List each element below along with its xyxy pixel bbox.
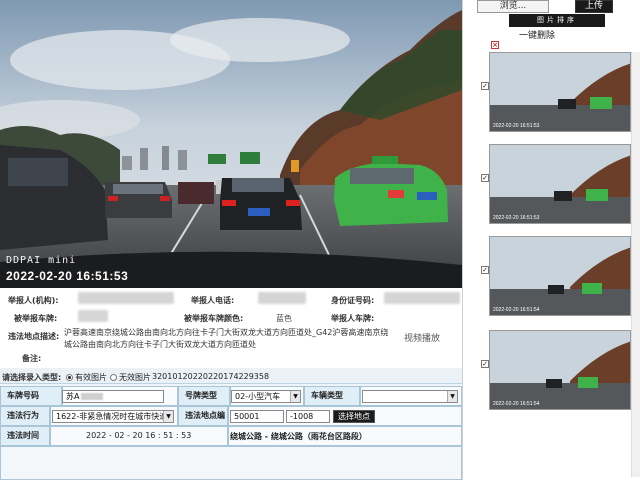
chevron-down-icon: ▼ — [163, 411, 173, 422]
vehicle-type-select[interactable]: ▼ — [362, 390, 458, 403]
plate-number-value: 苏A — [66, 392, 80, 401]
road-name: 绕城公路 - 绕城公路（雨花台区路段） — [230, 432, 367, 441]
violation-photo: DDPAI mini 2022-02-20 16:51:53 — [0, 0, 462, 288]
thumb-checkbox[interactable]: ✓ — [481, 266, 489, 274]
invalid-image-label: 无效图片 — [119, 373, 151, 382]
radio-checked-icon — [66, 374, 73, 381]
side-scrollbar[interactable] — [631, 52, 640, 477]
thumb-checkbox[interactable]: ✓ — [481, 174, 489, 182]
report-info-panel: 举报人(机构): 举报人电话: 身份证号码: 被举报车牌: 被举报车牌颜色: 蓝… — [0, 288, 462, 368]
dashcam-scene — [0, 0, 462, 288]
violation-time-label: 违法时间 — [0, 426, 50, 446]
entry-type-label: 请选择录入类型: — [2, 373, 62, 382]
plate-color-value: 蓝色 — [276, 314, 292, 323]
thumbnail-image[interactable]: 2022-02-20 16:51:53 — [489, 52, 631, 132]
thumbnail-timestamp: 2022-02-20 16:51:53 — [493, 215, 540, 221]
reported-plate-value-redacted — [78, 310, 108, 322]
plate-type-select[interactable]: 02-小型汽车 ▼ — [231, 390, 301, 403]
thumb-checkbox[interactable]: ✓ — [481, 360, 489, 368]
close-icon[interactable]: × — [491, 41, 499, 49]
violation-time-value[interactable]: 2022 - 02 - 20 16 : 51 : 53 — [86, 431, 191, 440]
plate-number-redacted — [81, 393, 104, 400]
reporter-value-redacted — [78, 292, 174, 304]
location-description-value: 沪蓉高速南京绕城公路由南向北方向往卡子门大街双龙大道方向匝道处_G42沪蓉高速南… — [64, 328, 389, 349]
location-km-input[interactable]: -1008 — [286, 410, 330, 423]
thumbnail-scene — [490, 53, 630, 131]
radio-unchecked-icon — [110, 374, 117, 381]
thumbnail-image[interactable]: 2022-02-20 16:51:54 — [489, 236, 631, 316]
thumbnail-scene — [490, 145, 630, 223]
thumb-checkbox[interactable]: ✓ — [481, 82, 489, 90]
plate-number-input[interactable]: 苏A — [62, 390, 164, 403]
violation-select[interactable]: 1622-非紧急情况时在城市快速 ▼ — [52, 410, 174, 423]
id-number-value-redacted — [384, 292, 460, 304]
phone-label: 举报人电话: — [191, 296, 235, 305]
vehicle-type-label: 车辆类型 — [304, 386, 360, 406]
plate-color-label: 被举报车牌颜色: — [184, 314, 244, 323]
thumbnail-timestamp: 2022-02-20 16:51:54 — [493, 307, 540, 313]
thumbnail-timestamp: 2022-02-20 16:51:54 — [493, 401, 540, 407]
plate-number-label: 车牌号码 — [0, 386, 62, 406]
image-sort-button[interactable]: 图片排序 — [509, 14, 605, 27]
violation-label: 违法行为 — [0, 406, 50, 426]
location-code-input[interactable]: 50001 — [230, 410, 284, 423]
thumbnail-scene — [490, 331, 630, 409]
image-side-panel: 浏览... 上传 图片排序 一键删除 × ✓ 2022-02-20 16:51:… — [462, 0, 640, 480]
browse-button[interactable]: 浏览... — [477, 0, 549, 13]
valid-image-radio[interactable]: 有效图片 — [66, 372, 107, 383]
reporter-label: 举报人(机构): — [8, 296, 59, 305]
thumbnail-image[interactable]: 2022-02-20 16:51:54 — [489, 330, 631, 410]
photo-timestamp: 2022-02-20 16:51:53 — [6, 269, 129, 283]
thumbnail-timestamp: 2022-02-20 16:51:53 — [493, 123, 540, 129]
chevron-down-icon: ▼ — [447, 391, 457, 402]
location-description-label: 违法地点描述: — [8, 332, 60, 341]
valid-image-label: 有效图片 — [75, 373, 107, 382]
form-footer — [0, 446, 462, 480]
thumbnail-scene — [490, 237, 630, 315]
upload-button[interactable]: 上传 — [575, 0, 613, 13]
entry-type-row: 请选择录入类型: 有效图片 无效图片 320101202202201742293… — [0, 368, 462, 384]
reported-plate-label: 被举报车牌: — [14, 314, 58, 323]
invalid-image-radio[interactable]: 无效图片 — [110, 372, 151, 383]
video-play-link[interactable]: 视频播放 — [404, 331, 440, 344]
location-code-label: 违法地点编码 — [178, 406, 228, 438]
phone-value-redacted — [258, 292, 306, 304]
entry-form: 请选择录入类型: 有效图片 无效图片 320101202202201742293… — [0, 368, 462, 480]
reporter-plate-label: 举报人车牌: — [331, 314, 375, 323]
select-location-button[interactable]: 选择地点 — [333, 410, 375, 423]
delete-all-button[interactable]: 一键删除 — [519, 28, 555, 41]
id-number-label: 身份证号码: — [331, 296, 375, 305]
record-id: 3201012022022017422935​8 — [152, 372, 270, 381]
plate-type-label: 号牌类型 — [178, 386, 230, 406]
camera-brand: DDPAI mini — [6, 255, 77, 266]
note-label: 备注: — [22, 354, 42, 363]
plate-type-value: 02-小型汽车 — [235, 392, 281, 401]
violation-value: 1622-非紧急情况时在城市快速 — [56, 412, 168, 421]
chevron-down-icon: ▼ — [290, 391, 300, 402]
thumbnail-image[interactable]: 2022-02-20 16:51:53 — [489, 144, 631, 224]
